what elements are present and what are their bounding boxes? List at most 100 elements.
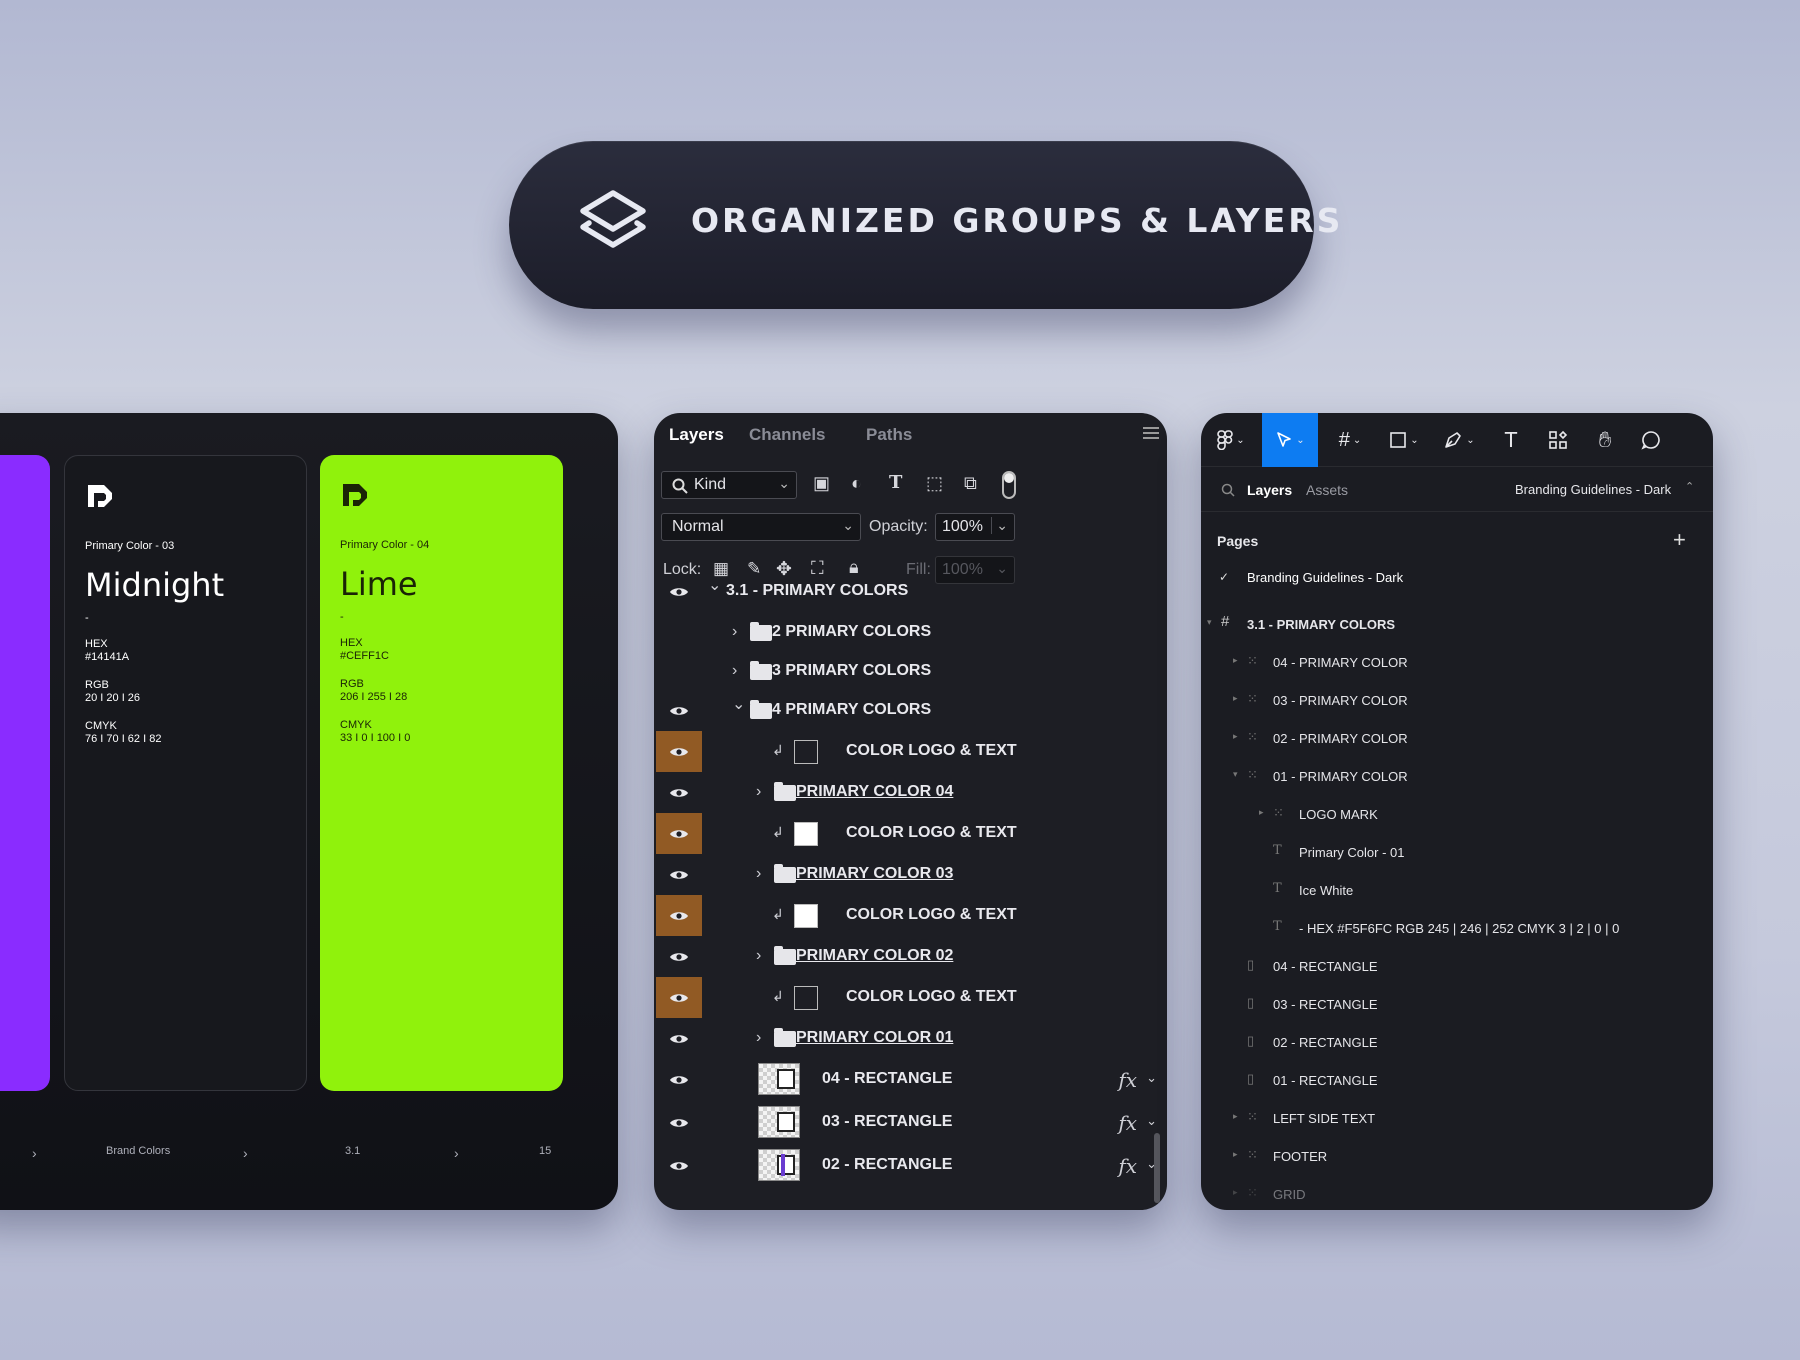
layer-tree-item[interactable]: T Ice White — [1201, 871, 1713, 909]
smart-object-filter-icon[interactable]: ⧉ — [964, 473, 977, 494]
caret-right-icon[interactable]: ▸ — [1233, 1149, 1238, 1160]
chevron-right-icon[interactable]: › — [732, 623, 737, 641]
caret-right-icon[interactable]: ▸ — [1233, 731, 1238, 742]
text-tool-icon[interactable]: T — [1491, 413, 1531, 467]
visibility-eye-icon[interactable] — [656, 1102, 702, 1143]
layer-tree-item[interactable]: T Primary Color - 01 — [1201, 833, 1713, 871]
figma-menu-icon[interactable]: ⌄ — [1209, 413, 1253, 467]
layer-tree-item[interactable]: ▸ ⁙ GRID — [1201, 1175, 1713, 1210]
visibility-eye-icon[interactable] — [656, 813, 702, 854]
tab-layers[interactable]: Layers — [669, 425, 724, 445]
visibility-eye-icon[interactable] — [656, 977, 702, 1018]
move-tool-icon[interactable]: ⌄ — [1262, 413, 1318, 467]
file-name[interactable]: Branding Guidelines - Dark — [1515, 482, 1671, 497]
shape-filter-icon[interactable]: ⬚ — [926, 473, 943, 494]
layer-tree-item[interactable]: ▯ 02 - RECTANGLE — [1201, 1023, 1713, 1061]
layer-tree-item[interactable]: ▾ #3.1 - PRIMARY COLORS — [1201, 605, 1713, 643]
layer-row[interactable]: ↲ COLOR LOGO & TEXT — [654, 813, 1167, 854]
layer-name[interactable]: PRIMARY COLOR 03 — [796, 865, 953, 883]
page-item-current[interactable]: Branding Guidelines - Dark — [1247, 570, 1403, 585]
chevron-right-icon[interactable]: › — [756, 783, 761, 801]
visibility-eye-icon[interactable] — [656, 854, 702, 895]
search-icon[interactable] — [1221, 483, 1235, 497]
layer-name[interactable]: COLOR LOGO & TEXT — [846, 906, 1017, 924]
visibility-eye-icon[interactable] — [656, 772, 702, 813]
visibility-eye-icon[interactable] — [656, 895, 702, 936]
layer-tree-item[interactable]: ▯ 01 - RECTANGLE — [1201, 1061, 1713, 1099]
visibility-eye-icon[interactable] — [656, 1059, 702, 1100]
layer-row[interactable]: › PRIMARY COLOR 02 — [654, 936, 1167, 977]
layer-name[interactable]: COLOR LOGO & TEXT — [846, 988, 1017, 1006]
caret-down-icon[interactable]: ▾ — [1233, 769, 1238, 780]
chevron-down-icon[interactable]: ⌄ — [732, 694, 745, 714]
layer-name[interactable]: COLOR LOGO & TEXT — [846, 824, 1017, 842]
layer-effects-icon[interactable]: fx — [1118, 1068, 1137, 1092]
visibility-eye-icon[interactable] — [656, 571, 702, 612]
pen-tool-icon[interactable]: ⌄ — [1436, 413, 1482, 467]
visibility-eye-icon[interactable] — [656, 612, 702, 653]
chevron-right-icon[interactable]: › — [756, 947, 761, 965]
layer-tree-item[interactable]: ▸ ⁙ 03 - PRIMARY COLOR — [1201, 681, 1713, 719]
layer-name[interactable]: 3 PRIMARY COLORS — [772, 662, 931, 680]
layer-row[interactable]: ⌄ 4 PRIMARY COLORS — [654, 690, 1167, 731]
visibility-eye-icon[interactable] — [656, 690, 702, 731]
layer-tree-item[interactable]: T - HEX #F5F6FC RGB 245 | 246 | 252 CMYK … — [1201, 909, 1713, 947]
layer-row[interactable]: › PRIMARY COLOR 04 — [654, 772, 1167, 813]
layer-effects-icon[interactable]: fx — [1118, 1154, 1137, 1178]
adjustment-filter-icon[interactable]: ◐ — [851, 473, 862, 494]
layer-name[interactable]: 2 PRIMARY COLORS — [772, 623, 931, 641]
caret-down-icon[interactable]: ▾ — [1207, 617, 1212, 628]
filter-kind-select[interactable]: Kind ⌄ — [661, 471, 797, 499]
tab-channels[interactable]: Channels — [749, 425, 826, 445]
shape-tool-icon[interactable]: ⌄ — [1381, 413, 1427, 467]
chevron-down-icon[interactable]: ⌄ — [1146, 1070, 1157, 1086]
layer-row[interactable]: 02 - RECTANGLE fx ⌄ — [654, 1145, 1167, 1186]
image-filter-icon[interactable]: ▣ — [813, 473, 830, 494]
hand-tool-icon[interactable]: ✋︎ — [1585, 413, 1625, 467]
layer-tree-item[interactable]: ▯ 03 - RECTANGLE — [1201, 985, 1713, 1023]
visibility-eye-icon[interactable] — [656, 936, 702, 977]
layer-name[interactable]: 03 - RECTANGLE — [822, 1113, 952, 1131]
layer-name[interactable]: 3.1 - PRIMARY COLORS — [726, 582, 908, 600]
opacity-input[interactable]: 100% ⌄ — [935, 513, 1015, 541]
layer-row[interactable]: › PRIMARY COLOR 03 — [654, 854, 1167, 895]
layer-name[interactable]: PRIMARY COLOR 02 — [796, 947, 953, 965]
layer-name[interactable]: 04 - RECTANGLE — [822, 1070, 952, 1088]
visibility-eye-icon[interactable] — [656, 731, 702, 772]
visibility-eye-icon[interactable] — [656, 1018, 702, 1059]
layer-name[interactable]: COLOR LOGO & TEXT — [846, 742, 1017, 760]
layer-name[interactable]: PRIMARY COLOR 01 — [796, 1029, 953, 1047]
type-filter-icon[interactable]: T — [889, 472, 902, 493]
comment-icon[interactable] — [1631, 413, 1671, 467]
chevron-right-icon[interactable]: › — [756, 1029, 761, 1047]
layer-name[interactable]: 4 PRIMARY COLORS — [772, 701, 931, 719]
caret-right-icon[interactable]: ▸ — [1233, 1187, 1238, 1198]
components-icon[interactable] — [1538, 413, 1578, 467]
chevron-up-icon[interactable]: ⌃ — [1685, 480, 1694, 493]
caret-right-icon[interactable]: ▸ — [1259, 807, 1264, 818]
layer-row[interactable]: 04 - RECTANGLE fx ⌄ — [654, 1059, 1167, 1100]
layer-tree-item[interactable]: ▸ ⁙ LOGO MARK — [1201, 795, 1713, 833]
layer-row[interactable]: › 3 PRIMARY COLORS — [654, 651, 1167, 692]
layer-name[interactable]: PRIMARY COLOR 04 — [796, 783, 953, 801]
layer-row[interactable]: ↲ COLOR LOGO & TEXT — [654, 895, 1167, 936]
scrollbar[interactable] — [1154, 1133, 1160, 1203]
layer-tree-item[interactable]: ▸ ⁙ 02 - PRIMARY COLOR — [1201, 719, 1713, 757]
layer-row[interactable]: › 2 PRIMARY COLORS — [654, 612, 1167, 653]
add-page-button[interactable]: + — [1673, 527, 1686, 553]
layer-row[interactable]: 03 - RECTANGLE fx ⌄ — [654, 1102, 1167, 1143]
layer-row[interactable]: › PRIMARY COLOR 01 — [654, 1018, 1167, 1059]
layer-row[interactable]: ↲ COLOR LOGO & TEXT — [654, 977, 1167, 1018]
layer-row[interactable]: ↲ COLOR LOGO & TEXT — [654, 731, 1167, 772]
chevron-down-icon[interactable]: ⌄ — [1146, 1113, 1157, 1129]
caret-right-icon[interactable]: ▸ — [1233, 693, 1238, 704]
chevron-right-icon[interactable]: › — [732, 662, 737, 680]
layer-tree-item[interactable]: ▸ ⁙ FOOTER — [1201, 1137, 1713, 1175]
visibility-eye-icon[interactable] — [656, 651, 702, 692]
frame-tool-icon[interactable]: # ⌄ — [1327, 413, 1373, 467]
layer-name[interactable]: 02 - RECTANGLE — [822, 1156, 952, 1174]
layer-effects-icon[interactable]: fx — [1118, 1111, 1137, 1135]
blend-mode-select[interactable]: Normal ⌄ — [661, 513, 861, 541]
chevron-right-icon[interactable]: › — [756, 865, 761, 883]
chevron-down-icon[interactable]: ⌄ — [708, 575, 721, 595]
